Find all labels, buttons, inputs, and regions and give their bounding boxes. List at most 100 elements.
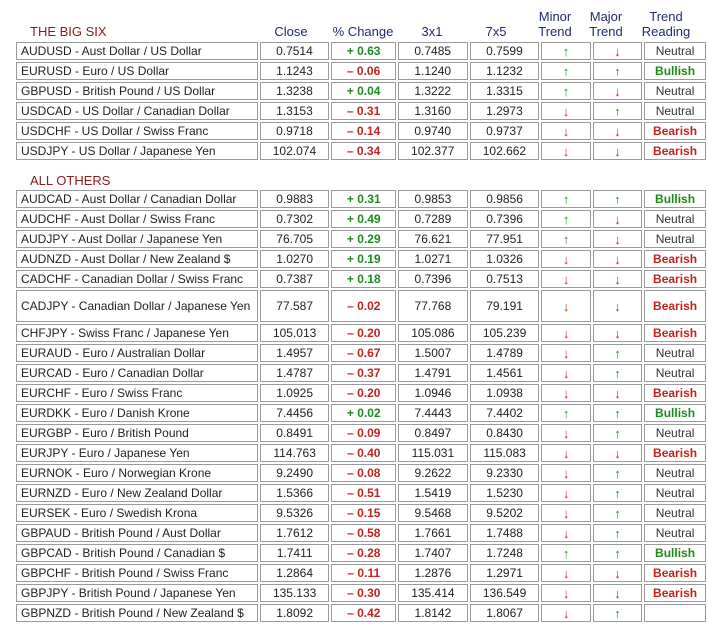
major-trend-cell: ↑ (592, 424, 643, 442)
table-row: AUDJPY - Aust Dollar / Japanese Yen 76.70… (16, 230, 706, 248)
arrow-down-icon: ↓ (614, 211, 621, 227)
pair-name-cell: USDCHF - US Dollar / Swiss Franc (16, 122, 258, 140)
close-cell: 0.7387 (259, 270, 330, 288)
change-cell: + 0.29 (331, 230, 397, 248)
table-row: EURNZD - Euro / New Zealand Dollar 1.5366… (16, 484, 706, 502)
table-row: CADJPY - Canadian Dollar / Japanese Yen 7… (16, 290, 706, 322)
major-trend-cell: ↓ (592, 444, 643, 462)
major-trend-cell: ↓ (592, 230, 643, 248)
change-cell: – 0.67 (331, 344, 397, 362)
minor-trend-header: Minor Trend (538, 9, 572, 39)
trend-reading-cell: Neutral (644, 344, 706, 362)
minor-trend-cell: ↑ (541, 404, 591, 422)
close-cell: 114.763 (259, 444, 330, 462)
pair-name-cell: GBPAUD - British Pound / Aust Dollar (16, 524, 258, 542)
c3x1-cell: 1.0946 (398, 384, 468, 402)
c3x1-cell: 1.3222 (397, 82, 468, 100)
close-cell: 1.3153 (259, 102, 330, 120)
pair-name-cell: EURSEK - Euro / Swedish Krona (16, 504, 258, 522)
table-row: EURDKK - Euro / Danish Krone 7.4456 + 0.02… (16, 404, 706, 422)
c3x1-cell: 0.9740 (397, 122, 468, 140)
c3x1-cell: 1.1240 (397, 62, 468, 80)
arrow-down-icon: ↓ (614, 231, 621, 247)
table-row: GBPUSD - British Pound / US Dollar 1.3238… (16, 82, 706, 100)
c3x1-cell: 1.7407 (398, 544, 468, 562)
arrow-up-icon: ↑ (562, 545, 570, 561)
arrow-up-icon: ↑ (562, 191, 570, 207)
trend-reading-cell: Bearish (644, 122, 706, 140)
column-header-row: THE BIG SIX Close % Change 3x1 7x5 Minor… (0, 0, 708, 42)
minor-trend-cell: ↓ (541, 604, 591, 622)
arrow-down-icon: ↓ (562, 385, 570, 401)
major-trend-cell: ↓ (592, 250, 643, 268)
arrow-down-icon: ↓ (562, 605, 570, 621)
close-cell: 135.133 (259, 584, 330, 602)
c3x1-cell: 115.031 (398, 444, 468, 462)
arrow-up-icon: ↑ (614, 505, 621, 521)
change-cell: – 0.11 (331, 564, 397, 582)
minor-trend-cell: ↓ (541, 324, 591, 342)
trend-reading-cell: Bullish (644, 190, 706, 208)
close-cell: 7.4456 (259, 404, 330, 422)
trend-reading-cell: Neutral (644, 524, 706, 542)
arrow-down-icon: ↓ (562, 565, 570, 581)
change-cell: – 0.42 (331, 604, 397, 622)
minor-trend-cell: ↓ (541, 344, 591, 362)
pair-name-cell: EURNZD - Euro / New Zealand Dollar (16, 484, 258, 502)
c3x1-cell: 1.2876 (398, 564, 468, 582)
c7x5-cell: 0.9737 (469, 122, 540, 140)
change-cell: – 0.34 (331, 142, 396, 160)
trend-reading-cell: Neutral (644, 424, 706, 442)
major-trend-cell: ↓ (592, 142, 643, 160)
c7x5-cell: 9.5202 (469, 504, 540, 522)
table-row: GBPJPY - British Pound / Japanese Yen 135… (16, 584, 706, 602)
change-cell: – 0.14 (331, 122, 396, 140)
close-cell: 1.5366 (259, 484, 330, 502)
trend-reading-cell: Neutral (644, 82, 706, 100)
pair-name-cell: EURAUD - Euro / Australian Dollar (16, 344, 258, 362)
close-cell: 77.587 (259, 290, 330, 322)
table-row: CHFJPY - Swiss Franc / Japanese Yen 105.0… (16, 324, 706, 342)
c3x1-cell: 76.621 (398, 230, 468, 248)
table-row: AUDCHF - Aust Dollar / Swiss Franc 0.7302… (16, 210, 706, 228)
arrow-down-icon: ↓ (562, 123, 570, 139)
arrow-up-icon: ↑ (614, 191, 621, 207)
pair-name-cell: USDCAD - US Dollar / Canadian Dollar (16, 102, 258, 120)
trend-reading-cell: Bearish (644, 270, 706, 288)
close-cell: 0.7302 (259, 210, 330, 228)
arrow-down-icon: ↓ (562, 525, 570, 541)
pair-name-cell: GBPCAD - British Pound / Canadian $ (16, 544, 258, 562)
trend-reading-cell: Neutral (644, 230, 706, 248)
arrow-down-icon: ↓ (562, 271, 570, 287)
close-cell: 1.4787 (259, 364, 330, 382)
change-cell: + 0.63 (331, 42, 396, 60)
arrow-down-icon: ↓ (562, 585, 570, 601)
c7x5-cell: 1.4789 (469, 344, 540, 362)
big-six-table: AUDUSD - Aust Dollar / US Dollar 0.7514 + … (14, 40, 708, 162)
c7x5-cell: 79.191 (469, 290, 540, 322)
arrow-down-icon: ↓ (562, 365, 570, 381)
table-row: GBPCHF - British Pound / Swiss Franc 1.28… (16, 564, 706, 582)
pair-name-cell: AUDNZD - Aust Dollar / New Zealand $ (16, 250, 258, 268)
pair-name-cell: EURCAD - Euro / Canadian Dollar (16, 364, 258, 382)
trend-reading-cell: Neutral (644, 102, 706, 120)
minor-trend-cell: ↓ (541, 444, 591, 462)
c3x1-cell: 9.2622 (398, 464, 468, 482)
pair-name-cell: CADJPY - Canadian Dollar / Japanese Yen (16, 290, 258, 322)
c3x1-cell: 102.377 (397, 142, 468, 160)
close-cell: 0.8491 (259, 424, 330, 442)
change-cell: – 0.31 (331, 102, 396, 120)
c3x1-cell: 1.3160 (397, 102, 468, 120)
pair-name-cell: EURJPY - Euro / Japanese Yen (16, 444, 258, 462)
arrow-down-icon: ↓ (614, 251, 621, 267)
arrow-down-icon: ↓ (562, 298, 570, 314)
change-cell: + 0.31 (331, 190, 397, 208)
close-cell: 102.074 (259, 142, 330, 160)
close-cell: 1.7612 (259, 524, 330, 542)
table-row: AUDUSD - Aust Dollar / US Dollar 0.7514 + … (16, 42, 706, 60)
table-row: CADCHF - Canadian Dollar / Swiss Franc 0.… (16, 270, 706, 288)
arrow-up-icon: ↑ (614, 63, 621, 79)
arrow-up-icon: ↑ (614, 525, 621, 541)
arrow-down-icon: ↓ (562, 505, 570, 521)
all-others-title: ALL OTHERS (30, 173, 111, 188)
